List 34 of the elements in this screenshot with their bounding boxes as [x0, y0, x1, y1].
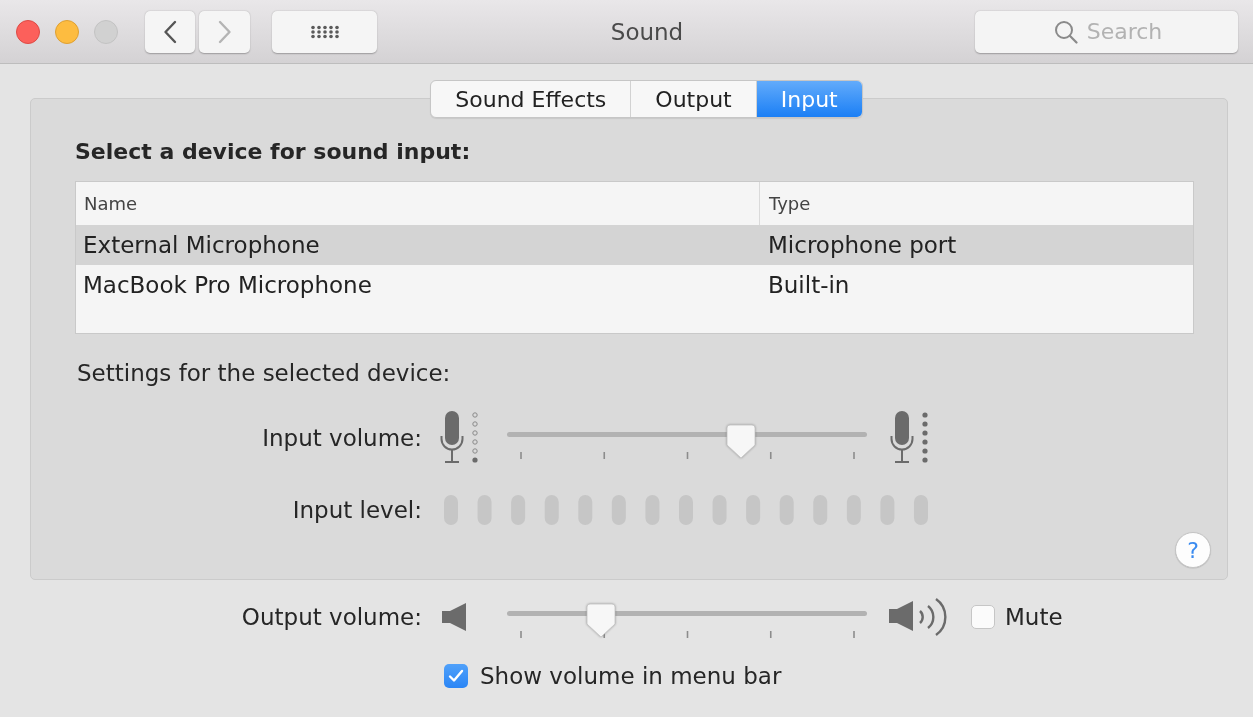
search-icon	[1054, 19, 1078, 44]
checkbox-label[interactable]: Show volume in menu bar	[480, 663, 782, 689]
slider-thumb[interactable]	[726, 424, 756, 459]
microphone-icon	[438, 410, 480, 466]
checkbox[interactable]	[444, 664, 468, 688]
field-label: Input volume:	[262, 425, 422, 451]
table-cell-text: Microphone port	[767, 231, 958, 260]
tab[interactable]: Output	[630, 81, 756, 117]
table-row[interactable]: External Microphone Microphone port	[76, 225, 1193, 265]
search-field[interactable]: Search	[975, 10, 1238, 53]
checkmark-icon	[448, 669, 464, 683]
checkbox-label[interactable]: Mute	[1005, 604, 1063, 630]
speaker-icon	[442, 602, 468, 632]
minimize-button[interactable]	[55, 19, 79, 44]
microphone-icon	[888, 410, 930, 466]
field-label: Input level:	[292, 497, 422, 523]
window-title: Sound	[610, 18, 684, 45]
grid-icon	[309, 24, 340, 39]
checkbox[interactable]	[971, 605, 995, 629]
table-row[interactable]: MacBook Pro Microphone Built-in	[76, 265, 1193, 305]
close-button[interactable]	[16, 19, 40, 44]
section-heading: Select a device for sound input:	[75, 139, 471, 165]
table-cell-text: Built-in	[767, 271, 851, 300]
chevron-left-icon	[163, 19, 177, 44]
table-cell-text: External Microphone	[82, 231, 321, 260]
back-button[interactable]	[145, 10, 195, 53]
field-label: Output volume:	[241, 604, 422, 630]
chevron-right-icon	[217, 19, 232, 44]
slider-thumb[interactable]	[585, 603, 616, 638]
table-cell-text: MacBook Pro Microphone	[82, 271, 373, 300]
section-heading: Settings for the selected device:	[77, 360, 451, 386]
show-all-button[interactable]	[272, 10, 377, 53]
column-header[interactable]: Name	[76, 182, 759, 225]
tab[interactable]: Sound Effects	[431, 81, 631, 117]
